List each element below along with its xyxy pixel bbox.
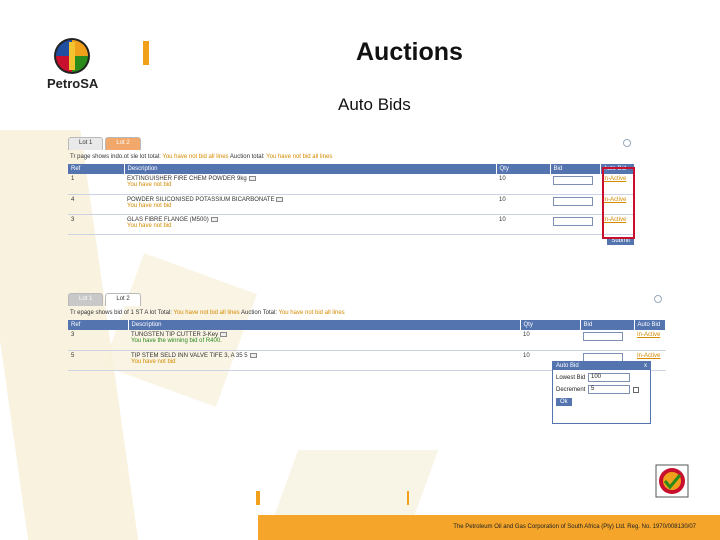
bid-status: You have not bid — [127, 222, 172, 229]
ref-cell: 1 — [68, 174, 124, 195]
description-cell: POWDER SILICONISED POTASSIUM BICARBONATE… — [124, 194, 496, 215]
tab-lot-1[interactable]: Lot 1 — [68, 137, 104, 150]
autobid-link[interactable]: In-Active — [637, 332, 660, 338]
summary-prefix: Tr page shows indo.ot sle lot total: — [70, 154, 161, 160]
ref-cell: 5 — [68, 350, 128, 371]
description-cell: TIP STEM SELD INN VALVE TIFE 3, A 35 5 Y… — [128, 350, 520, 371]
lowest-bid-input[interactable]: 100 — [588, 373, 630, 382]
summary-mid: Auction Total: — [241, 310, 277, 316]
tab-lot-1[interactable]: Lot 1 — [68, 293, 104, 306]
column-header: Bid — [550, 164, 601, 174]
bid-status: You have not bid — [131, 358, 176, 365]
lowest-bid-label: Lowest Bid — [556, 374, 586, 381]
column-header: Ref — [68, 320, 129, 330]
seal-icon — [655, 464, 689, 498]
decrement-input[interactable]: 5 — [588, 385, 630, 394]
document-icon[interactable] — [249, 352, 257, 358]
decrement-label: Decrement — [556, 386, 586, 393]
lot-summary: Tr page shows indo.ot sle lot total: You… — [68, 150, 635, 164]
refresh-icon[interactable] — [654, 295, 662, 303]
lowest-bid-row: Lowest Bid 100 — [553, 370, 650, 382]
accent-bar — [143, 41, 149, 65]
summary-status: You have not bid all lines — [266, 154, 333, 160]
bid-cell — [580, 330, 634, 351]
tab-lot-2[interactable]: Lot 2 — [105, 293, 141, 306]
bid-status: You have not bid — [127, 202, 172, 209]
document-icon[interactable] — [210, 216, 218, 222]
column-header: Qty — [496, 164, 551, 174]
bid-cell — [550, 194, 600, 215]
ref-cell: 3 — [68, 330, 128, 351]
autobid-popup: Auto Bid x Lowest Bid 100 Decrement 5 Ok — [552, 361, 651, 424]
item-description: TIP STEM SELD INN VALVE TIFE 3, A 35 5 — [131, 352, 248, 359]
summary-status: You have not bid all lines — [162, 154, 229, 160]
table-row: 3 TUNGSTEN TIP CUTTER 3-Key You have the… — [68, 330, 666, 351]
ref-cell: 3 — [68, 214, 124, 235]
popup-title: Auto Bid — [556, 363, 579, 369]
bid-input[interactable] — [583, 332, 623, 341]
lot-tabs: Lot 1 Lot 2 — [68, 293, 666, 306]
decrement-row: Decrement 5 — [553, 382, 650, 394]
refresh-icon[interactable] — [623, 139, 631, 147]
table-row: 4 POWDER SILICONISED POTASSIUM BICARBONA… — [68, 194, 635, 215]
page-subtitle: Auto Bids — [338, 95, 411, 114]
lot-summary: Tr epage shows bid of 1 ST A lot Total: … — [68, 306, 666, 320]
footer-text: The Petroleum Oil and Gas Corporation of… — [453, 524, 696, 530]
bid-input[interactable] — [553, 176, 593, 185]
popup-header: Auto Bid x — [553, 362, 650, 370]
item-description: GLAS FIBRE FLANGE (M500) — [127, 216, 209, 223]
description-cell: TUNGSTEN TIP CUTTER 3-Key You have the w… — [128, 330, 520, 351]
description-cell: EXTINGUISHER FIRE CHEM POWDER 9kg You ha… — [124, 174, 496, 195]
ref-cell: 4 — [68, 194, 124, 215]
tab-lot-2[interactable]: Lot 2 — [105, 137, 141, 150]
lot-panel-1: Lot 1 Lot 2 Tr page shows indo.ot sle lo… — [68, 137, 635, 257]
column-header: Description — [124, 164, 497, 174]
qty-cell: 10 — [496, 194, 550, 215]
submit-row: Submit — [68, 236, 635, 245]
bid-input[interactable] — [553, 216, 593, 226]
column-header: Qty — [520, 320, 581, 330]
brand-name: PetroSA — [47, 76, 99, 91]
table-header-row: Ref Description Qty Bid Auto Bid — [68, 164, 635, 174]
document-icon[interactable] — [276, 196, 284, 202]
column-header: Description — [128, 320, 521, 330]
autobid-highlight — [602, 167, 635, 239]
lot-tabs: Lot 1 Lot 2 — [68, 137, 635, 150]
description-cell: GLAS FIBRE FLANGE (M500) You have not bi… — [124, 214, 496, 235]
table-row: 3 GLAS FIBRE FLANGE (M500) You have not … — [68, 214, 635, 235]
document-icon[interactable] — [220, 332, 228, 337]
qty-cell: 10 — [520, 330, 580, 351]
summary-prefix: Tr epage shows bid of 1 ST A lot Total: — [70, 310, 172, 316]
ok-button[interactable]: Ok — [556, 398, 572, 406]
document-icon[interactable] — [248, 176, 256, 181]
bid-input[interactable] — [553, 196, 593, 206]
table-row: 1 EXTINGUISHER FIRE CHEM POWDER 9kg You … — [68, 174, 635, 195]
summary-status: You have not bid all lines — [278, 310, 345, 316]
table-header-row: Ref Description Qty Bid Auto Bid — [68, 320, 666, 330]
decrement-checkbox[interactable] — [633, 386, 639, 393]
column-header: Ref — [68, 164, 125, 174]
qty-cell: 10 — [496, 174, 550, 195]
autobid-cell: In-Active — [634, 330, 666, 351]
item-description: POWDER SILICONISED POTASSIUM BICARBONATE — [127, 196, 275, 203]
column-header: Auto Bid — [634, 320, 666, 330]
autobid-link[interactable]: In-Active — [637, 353, 660, 359]
summary-mid: Auction total: — [229, 154, 265, 160]
bid-cell — [550, 174, 600, 195]
footer-accent — [256, 491, 260, 505]
footer-bar: The Petroleum Oil and Gas Corporation of… — [258, 515, 720, 540]
bid-status: You have the winning bid of R400. — [131, 338, 222, 345]
page-title: Auctions — [356, 38, 463, 66]
footer-accent — [407, 491, 409, 505]
qty-cell: 10 — [496, 214, 550, 235]
bid-status: You have not bid — [127, 182, 172, 189]
bid-table: Ref Description Qty Bid Auto Bid 1 EXTIN… — [68, 164, 635, 235]
summary-status: You have not bid all lines — [173, 310, 240, 316]
close-icon[interactable]: x — [644, 363, 647, 369]
column-header: Bid — [580, 320, 635, 330]
bid-cell — [550, 214, 600, 235]
